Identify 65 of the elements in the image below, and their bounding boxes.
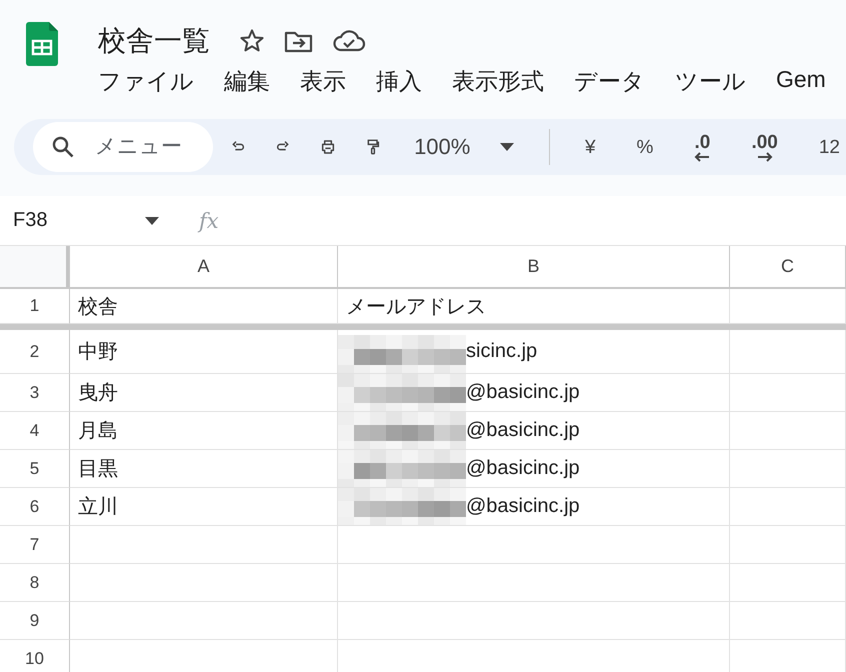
freeze-handle[interactable] [66, 246, 70, 289]
format-button[interactable]: ¥ [578, 138, 602, 156]
table-cell[interactable] [338, 602, 730, 640]
table-cell[interactable] [338, 564, 730, 602]
cell-text: @basicinc.jp [466, 419, 580, 442]
table-cell[interactable] [730, 450, 846, 488]
table-cell[interactable] [70, 564, 338, 602]
cell-text: @basicinc.jp [466, 457, 580, 480]
sheets-logo-icon[interactable] [26, 22, 58, 66]
table-cell[interactable]: @basicinc.jp [338, 374, 730, 412]
freeze-bar[interactable] [0, 324, 846, 330]
right-arrow-icon [756, 152, 773, 162]
row-header[interactable]: 5 [0, 450, 70, 488]
table-cell[interactable]: @basicinc.jp [338, 488, 730, 526]
menu-item[interactable]: データ [574, 66, 645, 97]
row-header[interactable]: 6 [0, 488, 70, 526]
zoom-select[interactable]: 100% [410, 134, 520, 160]
table-cell[interactable]: @basicinc.jp [338, 450, 730, 488]
row-header[interactable]: 8 [0, 564, 70, 602]
decrease-decimal-button[interactable]: .0 [688, 132, 716, 162]
menu-item[interactable]: 挿入 [376, 66, 422, 97]
menu-item[interactable]: 表示形式 [452, 66, 544, 97]
menu-item[interactable]: Gem [776, 66, 826, 97]
table-cell[interactable] [70, 602, 338, 640]
cloud-check-icon[interactable] [332, 29, 366, 53]
name-box[interactable]: F38 [13, 209, 159, 232]
select-all-corner[interactable] [0, 246, 66, 289]
table-cell[interactable] [730, 374, 846, 412]
fx-label: fx [199, 208, 219, 232]
cell-text: sicinc.jp [466, 340, 538, 363]
row-header[interactable]: 7 [0, 526, 70, 564]
table-cell[interactable] [730, 330, 846, 374]
menu-item[interactable]: ツール [675, 66, 746, 97]
caret-icon [145, 216, 159, 224]
column-header[interactable]: C [730, 246, 846, 289]
move-folder-icon[interactable] [284, 29, 314, 53]
table-cell[interactable]: sicinc.jp [338, 330, 730, 374]
table-cell[interactable] [338, 526, 730, 564]
table-cell[interactable] [730, 526, 846, 564]
menu-item[interactable]: ファイル [98, 66, 194, 97]
column-header[interactable]: B [338, 246, 730, 289]
document-title[interactable]: 校舎一覧 [98, 22, 210, 60]
search-icon [51, 135, 75, 159]
cell-text: @basicinc.jp [466, 381, 580, 404]
cell-text: @basicinc.jp [466, 495, 580, 518]
caret-icon [500, 143, 514, 151]
table-cell[interactable] [730, 412, 846, 450]
menu-item[interactable]: 表示 [300, 66, 346, 97]
column-header[interactable]: A [70, 246, 338, 289]
search-menu-field[interactable]: メニュー [33, 122, 213, 172]
menu-item[interactable]: 編集 [224, 66, 270, 97]
format-button[interactable]: % [630, 138, 660, 156]
table-cell[interactable] [730, 564, 846, 602]
row-header[interactable]: 4 [0, 412, 70, 450]
table-cell[interactable] [730, 602, 846, 640]
table-cell[interactable] [730, 488, 846, 526]
table-cell[interactable] [70, 526, 338, 564]
format-button[interactable]: 12 [812, 138, 846, 156]
left-arrow-icon [694, 152, 710, 162]
row-header[interactable]: 3 [0, 374, 70, 412]
row-header[interactable]: 10 [0, 640, 70, 672]
row-header[interactable]: 2 [0, 330, 70, 374]
table-cell[interactable]: @basicinc.jp [338, 412, 730, 450]
row-header[interactable]: 9 [0, 602, 70, 640]
increase-decimal-button[interactable]: .00 [745, 132, 784, 162]
